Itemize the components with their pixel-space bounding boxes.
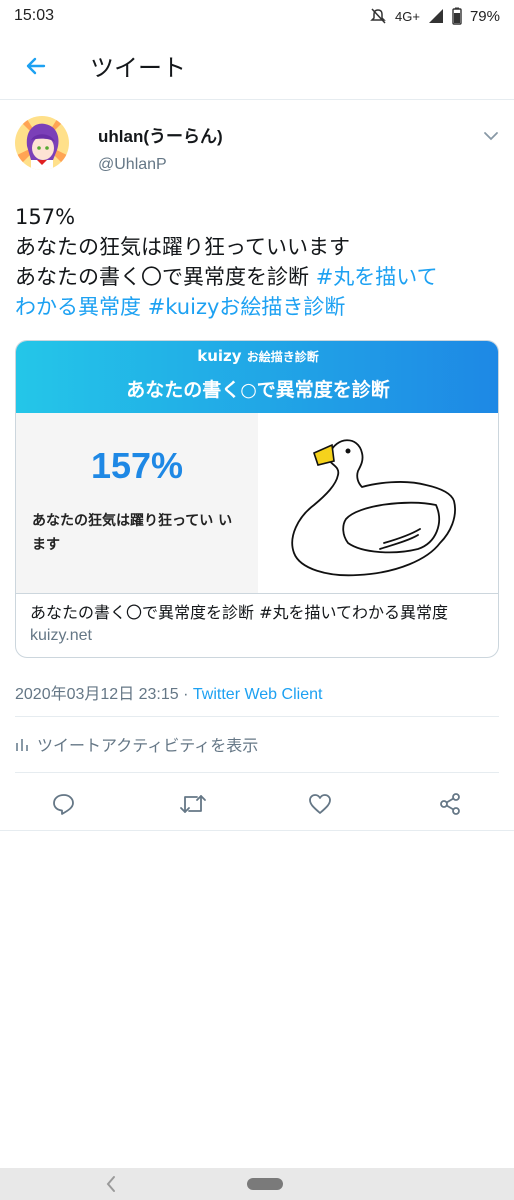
heart-icon [309, 794, 331, 814]
retweet-button[interactable] [175, 786, 211, 822]
system-back-button[interactable] [104, 1174, 118, 1198]
status-icons: 4G+ 79% [369, 7, 500, 25]
system-home-pill[interactable] [247, 1178, 283, 1190]
chevron-down-icon [484, 132, 498, 141]
back-button[interactable] [0, 32, 72, 100]
network-label: 4G+ [395, 8, 420, 24]
card-meta: あなたの書く〇で異常度を診断 #丸を描いてわかる異常度 kuizy.net [16, 593, 498, 657]
link-card[interactable]: kuizy お絵描き診断 あなたの書く○で異常度を診断 157% あなたの狂気は… [15, 340, 499, 658]
card-brand-sub: お絵描き診断 [246, 350, 319, 364]
tweet-timestamp: 2020年03月12日 23:15 · Twitter Web Client [15, 680, 322, 704]
tweet-date: 2020年03月12日 23:15 · [15, 686, 193, 703]
tweet-activity-link[interactable]: ツイートアクティビティを表示 [15, 732, 258, 756]
signal-icon [428, 8, 444, 24]
tweet-text: 157% あなたの狂気は躍り狂っていいます あなたの書く〇で異常度を診断 #丸を… [15, 202, 505, 322]
card-brand-name: kuizy [197, 347, 242, 365]
user-handle[interactable]: @UhlanP [98, 156, 167, 174]
tweet-actions [0, 776, 514, 832]
tweet-menu-button[interactable] [482, 128, 500, 147]
tweet-quiz-text: あなたの書く〇で異常度を診断 [15, 265, 316, 289]
share-button[interactable] [432, 786, 468, 822]
divider [15, 716, 499, 717]
chevron-left-icon [106, 1176, 115, 1192]
status-time: 15:03 [14, 7, 55, 24]
card-brand: kuizy お絵描き診断 [16, 347, 498, 365]
card-percent: 157% [90, 445, 184, 486]
battery-icon [452, 7, 462, 25]
hashtag-link-kuizy[interactable]: #kuizyお絵描き診断 [148, 295, 346, 319]
card-banner: kuizy お絵描き診断 あなたの書く○で異常度を診断 [16, 341, 498, 413]
reply-icon [53, 794, 74, 815]
duck-drawing [291, 439, 456, 577]
user-name[interactable]: uhlan(うーらん) [98, 122, 223, 147]
card-banner-title: あなたの書く○で異常度を診断 [126, 379, 390, 401]
tweet-line-hashtags: わかる異常度 #kuizyお絵描き診断 [15, 292, 505, 322]
like-button[interactable] [302, 786, 338, 822]
bar-chart-icon [16, 739, 28, 751]
card-result-panel: 157% あなたの狂気は躍り狂ってい います [16, 413, 258, 593]
reply-button[interactable] [46, 786, 82, 822]
hashtag-link[interactable]: #丸を描いて [316, 265, 438, 289]
retweet-icon [180, 795, 206, 813]
battery-percent: 79% [469, 7, 500, 25]
tweet-line-result: あなたの狂気は躍り狂っていいます [15, 235, 350, 259]
avatar[interactable] [15, 116, 69, 170]
status-bar: 15:03 4G+ 79% [0, 0, 514, 32]
card-result-text: あなたの狂気は躍り狂ってい います [32, 513, 233, 553]
mute-icon [369, 7, 387, 25]
divider [0, 830, 514, 831]
tweet-line-quiz: あなたの書く〇で異常度を診断 #丸を描いて [15, 262, 505, 292]
card-domain: kuizy.net [30, 627, 92, 644]
arrow-left-icon [26, 57, 46, 74]
card-meta-title: あなたの書く〇で異常度を診断 #丸を描いてわかる異常度 [30, 603, 449, 622]
share-icon [440, 793, 460, 815]
divider [15, 772, 499, 773]
system-nav-bar [0, 1168, 514, 1200]
card-drawing [258, 413, 498, 593]
app-header: ツイート [0, 32, 514, 100]
activity-label: ツイートアクティビティを表示 [37, 736, 259, 755]
hashtag-link-continued[interactable]: わかる異常度 [15, 295, 141, 319]
page-title: ツイート [90, 54, 186, 82]
tweet-line-percent: 157% [15, 205, 76, 229]
client-link[interactable]: Twitter Web Client [193, 686, 323, 703]
